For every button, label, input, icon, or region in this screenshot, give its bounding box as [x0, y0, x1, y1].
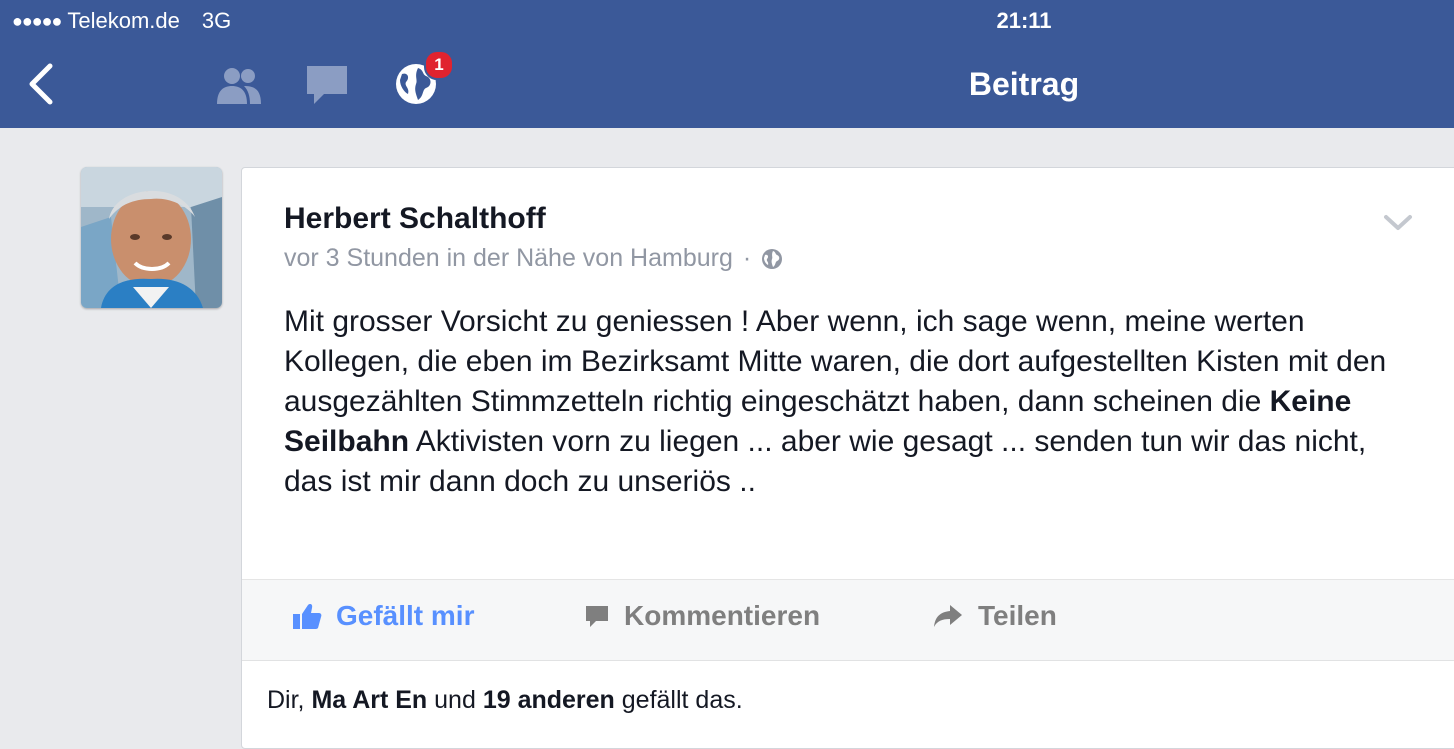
post-card: Herbert Schalthoff vor 3 Stunden in der …	[241, 167, 1454, 749]
profile-photo	[81, 167, 222, 308]
chevron-down-icon	[1384, 215, 1412, 230]
friend-requests-button[interactable]	[214, 62, 264, 106]
comment-button[interactable]: Kommentieren	[584, 600, 820, 632]
post-text: Mit grosser Vorsicht zu geniessen ! Aber…	[284, 302, 1414, 502]
likes-summary[interactable]: Dir, Ma Art En und 19 anderen gefällt da…	[267, 686, 743, 715]
chevron-left-icon	[29, 63, 53, 105]
author-avatar[interactable]	[81, 167, 222, 308]
friends-icon	[217, 68, 261, 104]
share-label: Teilen	[978, 600, 1057, 631]
post-time-location[interactable]: vor 3 Stunden in der Nähe von Hamburg	[284, 244, 733, 273]
likes-others[interactable]: 19 anderen	[483, 686, 615, 714]
chat-bubble-icon	[307, 66, 347, 104]
likes-middle: und	[427, 686, 483, 714]
page-title: Beitrag	[968, 66, 1080, 102]
likes-friend-name[interactable]: Ma Art En	[311, 686, 427, 714]
globe-icon	[762, 248, 783, 269]
share-button[interactable]: Teilen	[932, 600, 1057, 632]
like-button[interactable]: Gefällt mir	[292, 600, 474, 632]
back-button[interactable]	[24, 62, 64, 106]
post-text-part-2: Aktivisten vorn zu liegen ... aber wie g…	[284, 425, 1367, 498]
messages-button[interactable]	[302, 62, 352, 106]
post-meta: vor 3 Stunden in der Nähe von Hamburg ·	[284, 244, 783, 273]
comment-icon	[586, 606, 608, 627]
share-arrow-icon	[934, 605, 962, 627]
likes-prefix: Dir,	[267, 686, 312, 714]
comment-label: Kommentieren	[624, 600, 821, 631]
like-label: Gefällt mir	[336, 600, 475, 631]
post-actions-bar: Gefällt mir Kommentieren Teilen	[242, 579, 1454, 661]
status-time: 21:11	[996, 8, 1052, 33]
thumbs-up-icon	[293, 604, 322, 629]
likes-suffix: gefällt das.	[614, 686, 743, 714]
author-name[interactable]: Herbert Schalthoff	[284, 202, 546, 236]
post-text-part-1: Mit grosser Vorsicht zu geniessen ! Aber…	[284, 305, 1387, 418]
post-options-button[interactable]	[1382, 212, 1414, 234]
top-bar: ●●●●● Telekom.de 3G 21:11 1 Beitrag	[0, 0, 1454, 128]
meta-separator: ·	[742, 244, 752, 272]
notification-badge: 1	[424, 50, 454, 80]
